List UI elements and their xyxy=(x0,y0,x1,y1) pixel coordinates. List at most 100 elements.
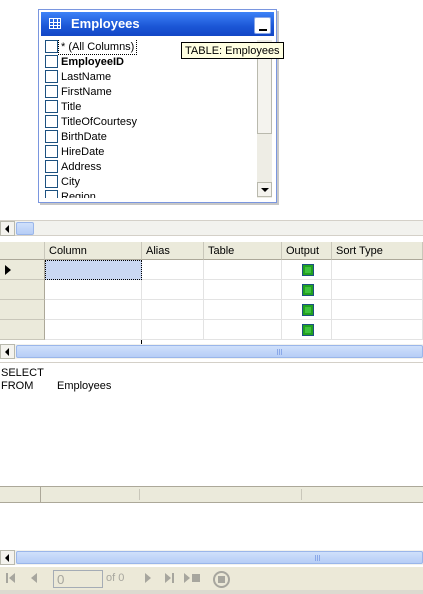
column-checkbox[interactable] xyxy=(45,40,58,53)
grid-cell[interactable] xyxy=(142,320,204,340)
column-item[interactable]: Address xyxy=(43,160,256,175)
grid-cell[interactable] xyxy=(142,280,204,300)
grid-cell[interactable] xyxy=(282,280,332,300)
minimize-button[interactable] xyxy=(254,17,271,34)
table-vertical-scrollbar[interactable] xyxy=(257,40,272,198)
column-item[interactable]: HireDate xyxy=(43,145,256,160)
output-checkbox[interactable] xyxy=(302,284,314,296)
column-label: TitleOfCourtesy xyxy=(61,116,138,128)
row-header[interactable] xyxy=(0,280,45,300)
grid-cell[interactable] xyxy=(204,320,282,340)
record-count: of 0 xyxy=(106,572,125,584)
grid-cell[interactable] xyxy=(332,280,423,300)
column-checkbox[interactable] xyxy=(45,70,58,83)
results-divider xyxy=(139,489,140,500)
header-output[interactable]: Output xyxy=(282,242,332,260)
scroll-left-arrow-icon[interactable] xyxy=(0,344,15,359)
last-record-button[interactable] xyxy=(162,571,177,586)
diagram-horizontal-scrollbar[interactable] xyxy=(0,220,423,236)
output-checkbox[interactable] xyxy=(302,264,314,276)
sql-pane[interactable]: SELECT FROM Employees xyxy=(0,362,423,480)
scroll-thumb[interactable] xyxy=(16,551,423,564)
column-checkbox[interactable] xyxy=(45,175,58,188)
column-item[interactable]: City xyxy=(43,175,256,190)
column-checkbox[interactable] xyxy=(45,100,58,113)
table-titlebar[interactable]: Employees xyxy=(41,12,274,36)
current-row-arrow-icon xyxy=(5,265,11,275)
diagram-pane[interactable]: Employees * (All Columns) EmployeeID LastN… xyxy=(0,0,423,218)
grid-cell[interactable] xyxy=(45,260,142,280)
column-item[interactable]: TitleOfCourtesy xyxy=(43,115,256,130)
first-record-button[interactable] xyxy=(5,571,20,586)
scroll-down-arrow-icon[interactable] xyxy=(257,182,272,197)
stop-icon[interactable] xyxy=(213,571,230,588)
column-checkbox[interactable] xyxy=(45,85,58,98)
row-header[interactable] xyxy=(0,260,45,280)
grid-cell[interactable] xyxy=(142,260,204,280)
grid-cell[interactable] xyxy=(332,320,423,340)
column-item[interactable]: Title xyxy=(43,100,256,115)
grid-cell[interactable] xyxy=(204,260,282,280)
grid-cell[interactable] xyxy=(204,280,282,300)
column-label: BirthDate xyxy=(61,131,107,143)
header-column[interactable]: Column xyxy=(45,242,142,260)
results-divider xyxy=(301,489,302,500)
grid-cell[interactable] xyxy=(45,280,142,300)
scroll-left-arrow-icon[interactable] xyxy=(0,550,15,565)
criteria-grid[interactable]: Column Alias Table Output Sort Type xyxy=(0,242,423,344)
header-alias[interactable]: Alias xyxy=(142,242,204,260)
scroll-thumb[interactable] xyxy=(16,222,34,235)
header-sort-type[interactable]: Sort Type xyxy=(332,242,423,260)
header-table[interactable]: Table xyxy=(204,242,282,260)
column-checkbox[interactable] xyxy=(45,130,58,143)
column-item[interactable]: FirstName xyxy=(43,85,256,100)
results-horizontal-scrollbar[interactable] xyxy=(0,550,423,565)
column-label: FirstName xyxy=(61,86,112,98)
grid-horizontal-scrollbar[interactable] xyxy=(0,344,423,359)
column-item[interactable]: Region xyxy=(43,190,256,198)
column-checkbox[interactable] xyxy=(45,115,58,128)
grid-cell[interactable] xyxy=(282,260,332,280)
column-list[interactable]: * (All Columns) EmployeeID LastName FirstNa… xyxy=(43,40,256,198)
grid-cell[interactable] xyxy=(204,300,282,320)
column-label: EmployeeID xyxy=(61,56,124,68)
record-number-input[interactable] xyxy=(53,570,103,588)
new-record-button[interactable] xyxy=(183,571,203,586)
column-checkbox[interactable] xyxy=(45,55,58,68)
column-item[interactable]: BirthDate xyxy=(43,130,256,145)
grid-cell[interactable] xyxy=(45,320,142,340)
scroll-thumb[interactable] xyxy=(257,50,272,134)
previous-record-button[interactable] xyxy=(28,571,43,586)
scroll-left-arrow-icon[interactable] xyxy=(0,221,15,236)
output-checkbox[interactable] xyxy=(302,324,314,336)
results-pane[interactable] xyxy=(0,504,423,550)
column-label: HireDate xyxy=(61,146,105,158)
grid-cell[interactable] xyxy=(332,260,423,280)
bar-icon xyxy=(6,573,8,583)
row-header[interactable] xyxy=(0,300,45,320)
grid-cell[interactable] xyxy=(282,320,332,340)
grid-cell[interactable] xyxy=(142,300,204,320)
column-checkbox[interactable] xyxy=(45,190,58,198)
output-checkbox[interactable] xyxy=(302,304,314,316)
next-record-button[interactable] xyxy=(141,571,156,586)
column-checkbox[interactable] xyxy=(45,145,58,158)
table-window-employees[interactable]: Employees * (All Columns) EmployeeID LastN… xyxy=(38,9,277,203)
results-header xyxy=(0,486,423,503)
column-label: * (All Columns) xyxy=(57,40,138,55)
column-label: Title xyxy=(61,101,82,113)
grid-cell[interactable] xyxy=(45,300,142,320)
scroll-thumb[interactable] xyxy=(16,345,423,358)
sql-from-keyword: FROM xyxy=(1,380,34,392)
sql-from-table: Employees xyxy=(57,380,112,392)
grid-cell[interactable] xyxy=(282,300,332,320)
row-header[interactable] xyxy=(0,320,45,340)
column-checkbox[interactable] xyxy=(45,160,58,173)
sql-select-keyword: SELECT xyxy=(1,367,44,379)
bar-icon xyxy=(172,573,174,583)
column-item[interactable]: LastName xyxy=(43,70,256,85)
grip-icon xyxy=(277,349,283,355)
status-strip xyxy=(0,590,423,594)
grid-cell[interactable] xyxy=(332,300,423,320)
column-label: LastName xyxy=(61,71,112,83)
